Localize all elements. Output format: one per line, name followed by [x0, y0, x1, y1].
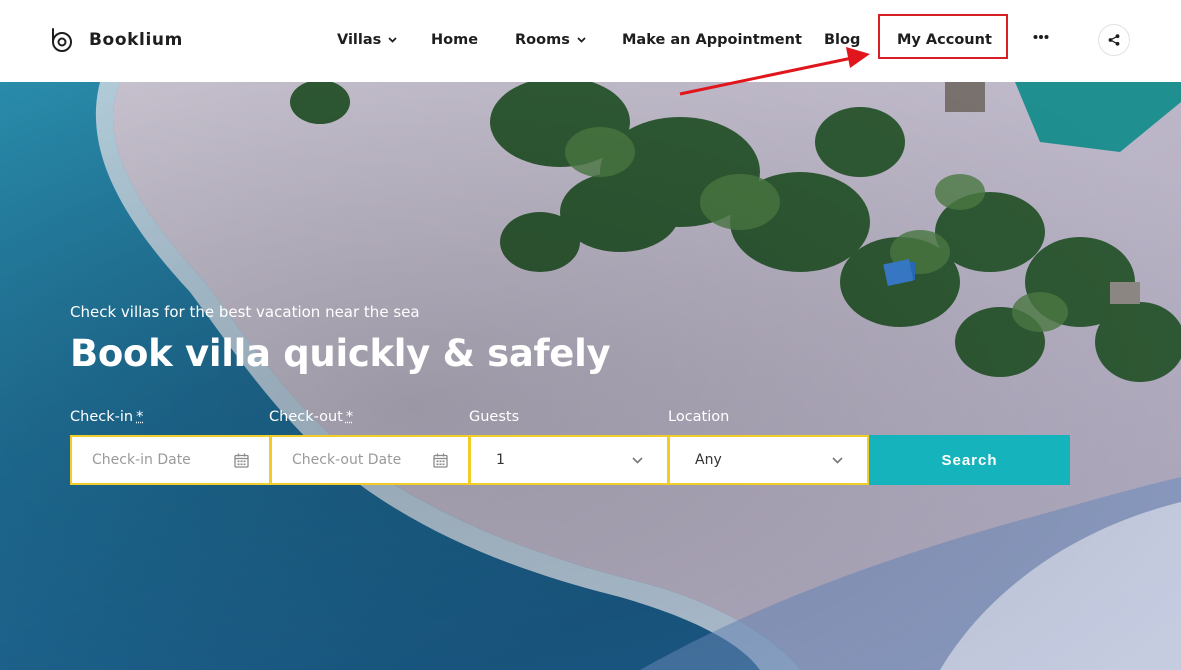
site-logo[interactable]: Booklium [48, 26, 183, 54]
location-label: Location [668, 409, 730, 425]
booklium-logo-icon [52, 28, 72, 52]
chevron-down-icon [577, 37, 586, 43]
hero-title: Book villa quickly & safely [70, 332, 611, 375]
hero-background-image [0, 82, 1181, 670]
nav-item-appointment[interactable]: Make an Appointment [622, 30, 802, 50]
checkin-label: Check-in * [70, 409, 143, 425]
site-header: Booklium Villas Home Rooms Make an Appoi… [0, 0, 1181, 82]
checkin-date-input[interactable]: Check-in Date [70, 435, 271, 485]
location-value: Any [695, 452, 722, 468]
search-button[interactable]: Search [869, 435, 1070, 485]
location-select[interactable]: Any [668, 435, 869, 485]
share-button[interactable] [1098, 24, 1130, 56]
nav-item-rooms[interactable]: Rooms [515, 30, 586, 50]
highlight-box-my-account [878, 14, 1008, 59]
checkin-placeholder: Check-in Date [92, 452, 191, 468]
checkout-date-input[interactable]: Check-out Date [270, 435, 470, 485]
hero-subtitle: Check villas for the best vacation near … [70, 303, 420, 321]
required-mark: * [136, 409, 144, 425]
required-mark: * [345, 409, 354, 425]
nav-label: Blog [824, 32, 861, 48]
chevron-down-icon [632, 457, 643, 464]
chevron-down-icon [388, 37, 397, 43]
calendar-icon [433, 453, 448, 468]
nav-item-blog[interactable]: Blog [824, 30, 860, 50]
nav-label: Rooms [515, 32, 570, 48]
brand-name: Booklium [89, 30, 183, 50]
nav-label: Villas [337, 32, 382, 48]
nav-item-home[interactable]: Home [431, 30, 478, 50]
hero-section [0, 82, 1181, 670]
checkout-placeholder: Check-out Date [292, 452, 402, 468]
guests-value: 1 [496, 452, 505, 468]
guests-label: Guests [469, 409, 520, 425]
guests-select[interactable]: 1 [469, 435, 669, 485]
checkout-label: Check-out * [269, 409, 353, 425]
calendar-icon [234, 453, 249, 468]
nav-label: Home [431, 32, 479, 48]
nav-label: Make an Appointment [622, 32, 802, 48]
share-icon [1108, 34, 1120, 46]
nav-item-villas[interactable]: Villas [337, 30, 397, 50]
chevron-down-icon [832, 457, 843, 464]
ellipsis-icon[interactable] [1033, 33, 1049, 41]
checkout-label-text: Check-out [269, 409, 343, 425]
checkin-label-text: Check-in [70, 409, 134, 425]
